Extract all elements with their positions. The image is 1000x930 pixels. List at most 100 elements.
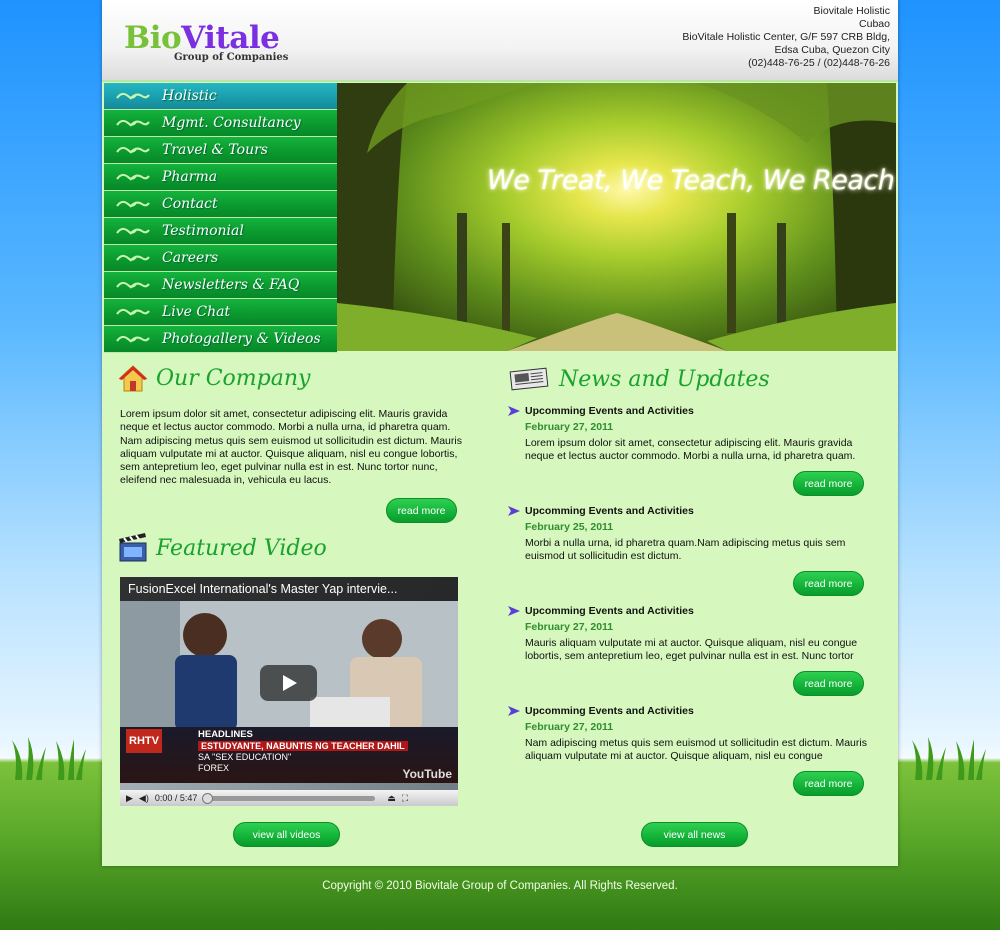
seek-bar[interactable] [202, 792, 376, 804]
footer-copyright: Copyright © 2010 Biovitale Group of Comp… [322, 880, 678, 892]
nav-label: Travel & Tours [162, 142, 268, 158]
hero-banner: We Treat, We Teach, We Reach [337, 83, 896, 351]
news-date: February 27, 2011 [525, 421, 614, 433]
nav-item-travel-tours[interactable]: Travel & Tours [104, 137, 337, 164]
video-title: FusionExcel International's Master Yap i… [120, 577, 458, 601]
leaf-swirl-icon [104, 117, 162, 129]
news-item: Upcomming Events and Activities February … [507, 705, 867, 764]
leaf-swirl-icon [104, 144, 162, 156]
forest-illustration [337, 83, 896, 351]
read-more-button[interactable]: read more [793, 571, 864, 596]
company-description: Lorem ipsum dolor sit amet, consectetur … [120, 408, 462, 487]
read-more-button[interactable]: read more [793, 771, 864, 796]
contact-address: Biovitale Holistic Cubao BioVitale Holis… [682, 5, 890, 70]
grass-decoration-left [12, 737, 86, 780]
play-icon[interactable]: ▶ [126, 793, 133, 804]
leaf-swirl-icon [104, 171, 162, 183]
nav-label: Careers [162, 250, 219, 266]
banner-slogan: We Treat, We Teach, We Reach [487, 165, 895, 196]
film-clapper-icon [119, 533, 147, 562]
nav-item-photogallery-videos[interactable]: Photogallery & Videos [104, 326, 337, 353]
news-title[interactable]: Upcomming Events and Activities [525, 405, 694, 417]
arrow-bullet-icon [508, 606, 520, 616]
news-date: February 27, 2011 [525, 621, 614, 633]
news-excerpt: Mauris aliquam vulputate mi at auctor. Q… [525, 637, 858, 663]
ticker-forex-label: FOREX [198, 763, 230, 773]
play-icon [282, 675, 297, 691]
home-icon [118, 365, 148, 392]
leaf-swirl-icon [104, 90, 162, 102]
nav-label: Holistic [162, 88, 217, 104]
address-line: Biovitale Holistic [813, 5, 890, 17]
ticker-headline-label: HEADLINES [198, 729, 253, 740]
news-title[interactable]: Upcomming Events and Activities [525, 705, 694, 717]
address-line: BioVitale Holistic Center, G/F 597 CRB B… [682, 31, 890, 43]
nav-label: Newsletters & FAQ [162, 277, 300, 293]
logo-text-vitale: Vitale [181, 20, 280, 56]
news-excerpt: Lorem ipsum dolor sit amet, consectetur … [525, 437, 856, 463]
nav-label: Pharma [162, 169, 218, 185]
nav-label: Live Chat [162, 304, 231, 320]
read-more-button[interactable]: read more [793, 671, 864, 696]
nav-label: Photogallery & Videos [162, 331, 321, 347]
news-title-row: Upcomming Events and Activities [507, 605, 867, 617]
news-item: Upcomming Events and Activities February … [507, 405, 867, 464]
news-item: Upcomming Events and Activities February … [507, 605, 867, 664]
nav-item-mgmt-consultancy[interactable]: Mgmt. Consultancy [104, 110, 337, 137]
section-title: Featured Video [156, 535, 327, 561]
ticker-headline: ESTUDYANTE, NABUNTIS NG TEACHER DAHIL [198, 741, 408, 751]
news-updates-heading: News and Updates [507, 366, 770, 392]
page-container: BioVitale Group of Companies Biovitale H… [102, 0, 898, 866]
nav-item-testimonial[interactable]: Testimonial [104, 218, 337, 245]
read-more-button[interactable]: read more [386, 498, 457, 523]
news-title[interactable]: Upcomming Events and Activities [525, 605, 694, 617]
news-item: Upcomming Events and Activities February … [507, 505, 867, 564]
nav-item-careers[interactable]: Careers [104, 245, 337, 272]
leaf-swirl-icon [104, 225, 162, 237]
logo-tagline: Group of Companies [174, 52, 289, 63]
nav-label: Mgmt. Consultancy [162, 115, 301, 131]
nav-item-newsletters-faq[interactable]: Newsletters & FAQ [104, 272, 337, 299]
eject-icon[interactable]: ⏏ [387, 793, 396, 804]
leaf-swirl-icon [104, 252, 162, 264]
newspaper-icon [509, 367, 549, 391]
news-title-row: Upcomming Events and Activities [507, 705, 867, 717]
view-all-news-button[interactable]: view all news [641, 822, 748, 847]
news-date: February 25, 2011 [525, 521, 614, 533]
news-excerpt: Nam adipiscing metus quis sem euismod ut… [525, 737, 867, 763]
news-date: February 27, 2011 [525, 721, 614, 733]
section-title: News and Updates [559, 366, 770, 392]
view-all-videos-button[interactable]: view all videos [233, 822, 340, 847]
video-controls: ▶ ◀) 0:00 / 5:47 ⏏ ⛶ [120, 790, 458, 806]
address-line: Edsa Cuba, Quezon City [774, 44, 890, 56]
fullscreen-icon[interactable]: ⛶ [402, 793, 408, 804]
video-player[interactable]: FusionExcel International's Master Yap i… [120, 577, 458, 806]
grass-decoration-right [912, 737, 986, 780]
play-button[interactable] [260, 665, 317, 701]
news-title-row: Upcomming Events and Activities [507, 405, 867, 417]
logo-text-bio: Bio [124, 20, 182, 56]
arrow-bullet-icon [508, 406, 520, 416]
ticker-subline: SA "SEX EDUCATION" [198, 752, 292, 762]
read-more-button[interactable]: read more [793, 471, 864, 496]
nav-item-pharma[interactable]: Pharma [104, 164, 337, 191]
address-line: Cubao [859, 18, 890, 30]
leaf-swirl-icon [104, 333, 162, 345]
leaf-swirl-icon [104, 306, 162, 318]
nav-label: Testimonial [162, 223, 244, 239]
section-title: Our Company [156, 365, 311, 391]
youtube-logo: YouTube [402, 767, 452, 781]
nav-item-holistic[interactable]: Holistic [104, 83, 337, 110]
seek-handle[interactable] [202, 792, 214, 804]
site-logo[interactable]: BioVitale Group of Companies [124, 20, 288, 63]
volume-icon[interactable]: ◀) [139, 793, 149, 804]
site-header: BioVitale Group of Companies Biovitale H… [102, 0, 898, 82]
arrow-bullet-icon [508, 506, 520, 516]
nav-label: Contact [162, 196, 218, 212]
arrow-bullet-icon [508, 706, 520, 716]
featured-video-heading: Featured Video [118, 533, 327, 563]
news-title-row: Upcomming Events and Activities [507, 505, 867, 517]
nav-item-contact[interactable]: Contact [104, 191, 337, 218]
nav-item-live-chat[interactable]: Live Chat [104, 299, 337, 326]
news-title[interactable]: Upcomming Events and Activities [525, 505, 694, 517]
